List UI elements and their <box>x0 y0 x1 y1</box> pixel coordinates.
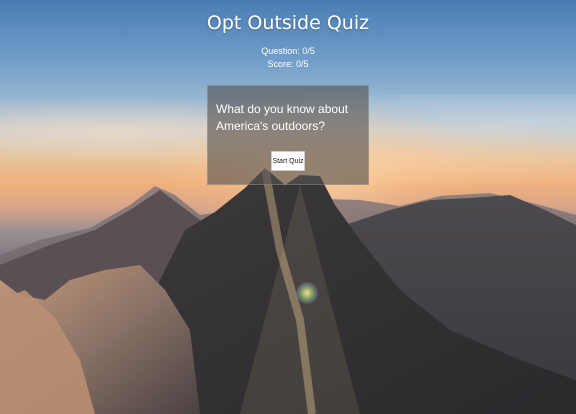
lens-flare <box>296 282 318 304</box>
start-quiz-button[interactable]: Start Quiz <box>271 151 305 171</box>
page-title: Opt Outside Quiz <box>206 12 370 34</box>
question-counter: Question: 0/5 <box>261 46 315 56</box>
quiz-card: What do you know about America's outdoor… <box>207 85 369 185</box>
quiz-intro-question: What do you know about America's outdoor… <box>216 102 349 133</box>
score-display: Score: 0/5 <box>267 59 309 69</box>
